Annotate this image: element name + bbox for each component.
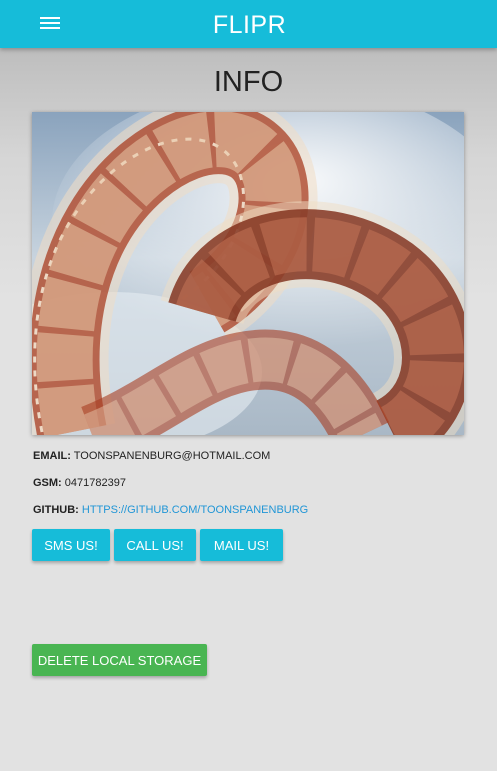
call-us-button[interactable]: CALL US! (114, 529, 196, 561)
email-row: EMAIL: TOONSPANENBURG@HOTMAIL.COM (33, 450, 270, 462)
mail-us-button[interactable]: MAIL US! (200, 529, 283, 561)
email-value: TOONSPANENBURG@HOTMAIL.COM (73, 450, 271, 462)
delete-local-storage-button[interactable]: DELETE LOCAL STORAGE (32, 644, 207, 676)
sms-us-button[interactable]: SMS US! (32, 529, 110, 561)
github-link[interactable]: HTTPS://GITHUB.COM/TOONSPANENBURG (82, 504, 308, 516)
github-row: GITHUB: HTTPS://GITHUB.COM/TOONSPANENBUR… (33, 504, 308, 516)
github-label: GITHUB: (33, 504, 79, 516)
gsm-label: GSM: (33, 477, 62, 489)
app-title: FLIPR (212, 11, 287, 39)
film-reel-image (32, 112, 464, 435)
app-bar: FLIPR (0, 0, 497, 48)
gsm-row: GSM: 0471782397 (33, 477, 126, 489)
email-label: EMAIL: (33, 450, 71, 462)
page-title: INFO (213, 66, 284, 98)
gsm-value: 0471782397 (64, 477, 126, 489)
